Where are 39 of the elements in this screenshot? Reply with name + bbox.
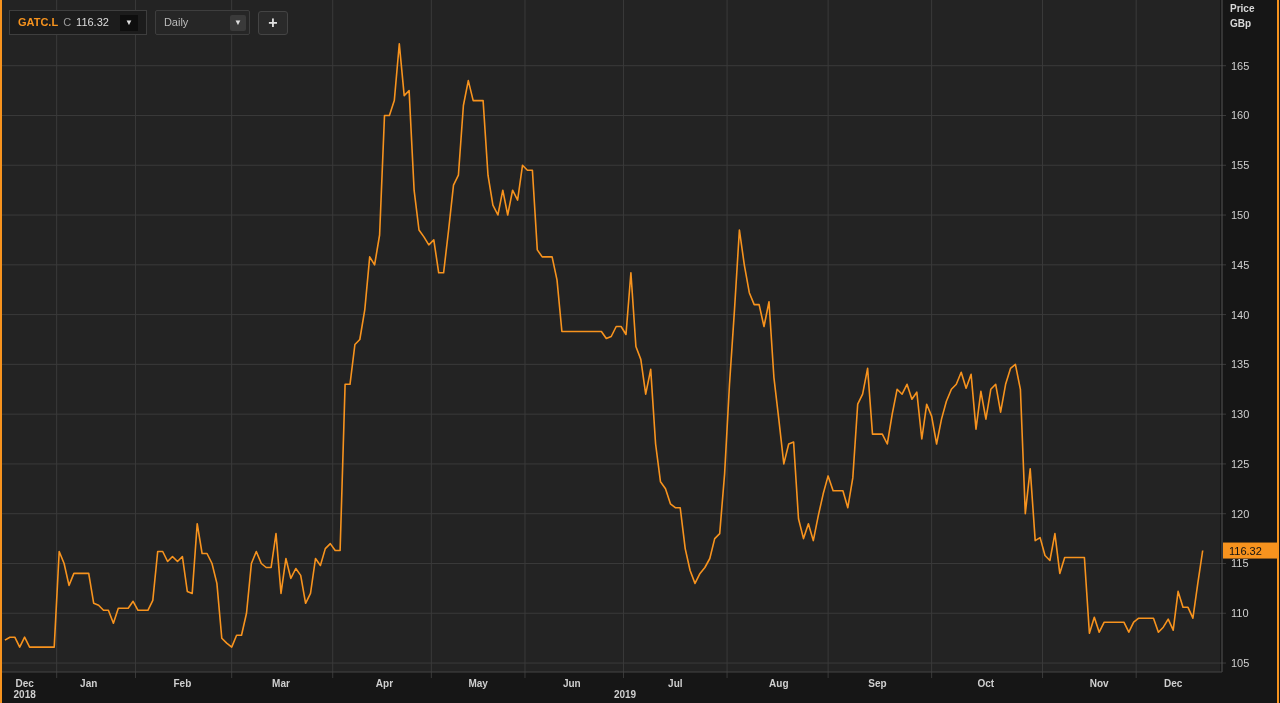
x-tick-label: Sep [868,678,887,689]
field-code: C [63,15,72,31]
y-tick-label: 160 [1231,109,1250,122]
y-tick-label: 130 [1231,408,1250,421]
x-tick-label: May [468,678,488,689]
x-tick-label: Nov [1089,678,1109,689]
last-price-tag: 116.32 [1223,542,1277,559]
y-tick-label: 150 [1231,209,1250,222]
axis-title: Price [1230,3,1255,14]
x-tick-label: Aug [769,678,789,689]
year-label: 2018 [13,689,36,700]
y-tick-label: 135 [1231,358,1250,371]
x-tick-label: Jan [80,678,98,689]
instrument-symbol: GATC.L [18,15,59,31]
y-tick-label: 145 [1231,258,1250,271]
axis-unit: GBp [1230,18,1252,29]
x-tick-label: Jul [668,678,683,689]
x-tick-label: Feb [173,678,192,689]
y-tick-label: 115 [1231,557,1249,570]
y-tick-label: 125 [1231,457,1250,470]
dropdown-button[interactable]: ▼ [229,14,246,31]
instrument-price: 116.32 [76,15,109,31]
y-tick-label: 110 [1231,607,1249,620]
instrument-selector[interactable]: GATC.L C 116.32 ▼ [9,10,147,35]
y-tick-label: 120 [1231,507,1250,520]
y-tick-label: 140 [1231,308,1250,321]
x-tick-label: Mar [272,678,290,689]
year-label: 2019 [613,689,637,700]
y-tick-label: 165 [1231,59,1250,72]
x-tick-label: Jun [562,678,581,689]
interval-value: Daily [163,15,189,31]
x-tick-label: Dec [1164,678,1183,689]
interval-dropdown[interactable]: Daily ▼ [154,10,250,35]
x-tick-label: Oct [977,678,995,689]
y-tick-label: 105 [1231,657,1250,670]
x-tick-label: Dec [15,678,34,689]
y-tick-label: 155 [1231,159,1250,172]
x-tick-label: Apr [375,678,394,689]
dropdown-button[interactable]: ▼ [119,14,138,31]
